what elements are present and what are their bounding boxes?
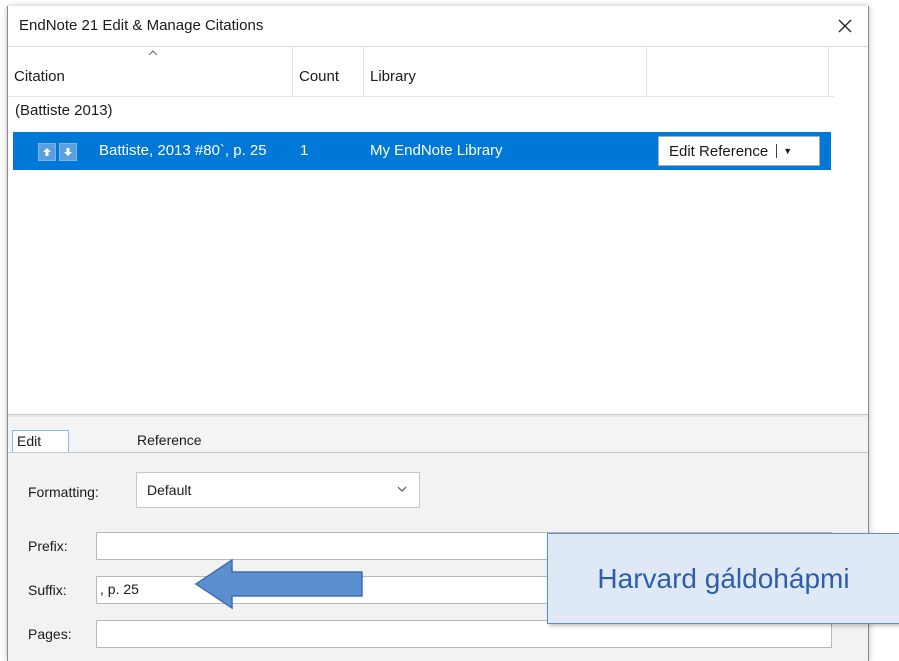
tab-reference[interactable]: Reference bbox=[133, 430, 206, 451]
citation-group-label: (Battiste 2013) bbox=[15, 102, 113, 119]
pages-field[interactable] bbox=[96, 620, 832, 648]
column-header-label: Count bbox=[299, 68, 340, 85]
formatting-label: Formatting: bbox=[28, 484, 99, 500]
dropdown-arrow-icon[interactable]: ▼ bbox=[783, 146, 792, 156]
pages-label: Pages: bbox=[28, 626, 72, 642]
close-button[interactable] bbox=[822, 6, 868, 46]
column-header-citation[interactable]: Citation bbox=[8, 47, 293, 96]
suffix-label: Suffix: bbox=[28, 582, 67, 598]
citation-library: My EndNote Library bbox=[370, 142, 503, 159]
citation-text: Battiste, 2013 #80`, p. 25 bbox=[99, 142, 267, 159]
prefix-label: Prefix: bbox=[28, 538, 68, 554]
column-header-label: Citation bbox=[14, 68, 65, 85]
column-header-count[interactable]: Count bbox=[293, 47, 364, 96]
move-up-button[interactable] bbox=[38, 143, 56, 161]
suffix-value: , p. 25 bbox=[100, 581, 139, 597]
arrow-up-icon bbox=[43, 148, 51, 156]
pointer-arrow-icon bbox=[194, 558, 363, 610]
callout-text: Harvard gáldohápmi bbox=[597, 562, 850, 594]
sort-ascending-icon bbox=[148, 50, 158, 56]
chevron-down-icon bbox=[397, 486, 407, 492]
citation-list-header: Citation Count Library bbox=[8, 47, 834, 97]
window-title: EndNote 21 Edit & Manage Citations bbox=[19, 17, 264, 34]
edit-reference-label: Edit Reference bbox=[669, 142, 769, 160]
column-header-empty[interactable] bbox=[647, 47, 829, 96]
edit-reference-button[interactable]: Edit Reference ▼ bbox=[658, 136, 820, 166]
title-bar: EndNote 21 Edit & Manage Citations bbox=[8, 6, 868, 47]
arrow-down-icon bbox=[64, 148, 72, 156]
citation-row-selected[interactable]: Battiste, 2013 #80`, p. 25 1 My EndNote … bbox=[13, 132, 831, 170]
split-separator bbox=[776, 144, 778, 158]
formatting-select[interactable]: Default bbox=[136, 472, 420, 508]
column-header-label: Library bbox=[370, 68, 416, 85]
annotation-callout: Harvard gáldohápmi bbox=[547, 533, 899, 624]
formatting-value: Default bbox=[147, 482, 192, 498]
close-icon bbox=[838, 19, 852, 33]
tab-edit-citation[interactable]: Edit Citation bbox=[12, 430, 70, 470]
column-header-library[interactable]: Library bbox=[364, 47, 647, 96]
citation-group-row[interactable]: (Battiste 2013) bbox=[8, 96, 828, 128]
citation-count: 1 bbox=[300, 142, 309, 159]
tab-label: Reference bbox=[137, 432, 202, 448]
move-down-button[interactable] bbox=[59, 143, 77, 161]
